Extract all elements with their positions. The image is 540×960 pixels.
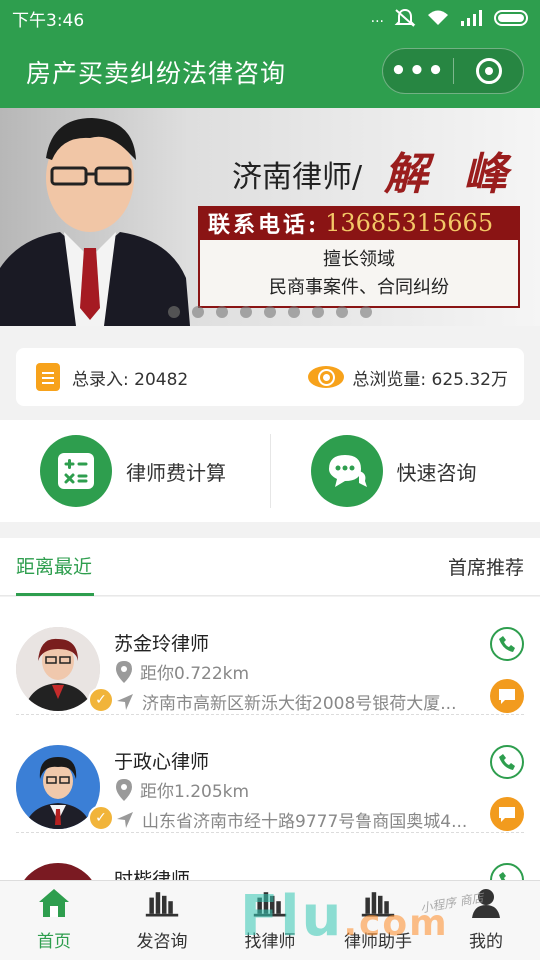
message-button[interactable] [490,679,524,713]
more-menu-button[interactable]: ••• [383,58,453,84]
lawyer-name: 苏金玲律师 [114,633,210,655]
location-pin-icon [116,778,132,801]
phone-icon [499,636,515,652]
lawyer-distance: 距你0.722km [116,659,249,684]
mute-icon [394,8,416,27]
lawyer-name: 时楷律师 [114,869,191,880]
calculator-icon [40,435,112,507]
battery-icon [494,10,528,26]
carousel-dot[interactable] [360,306,372,318]
total-entries-label: 总录入: [72,369,129,390]
carousel-dot[interactable] [312,306,324,318]
chat-bubbles-icon [310,435,383,507]
call-button[interactable] [490,627,524,661]
promo-banner[interactable]: 济南律师/ 解 峰 联系电话: 13685315665 擅长领域 民商事案件、合… [0,108,540,326]
signal-icon [461,10,482,26]
quick-consult-label: 快速咨询 [396,460,477,485]
quick-consult-button[interactable]: 快速咨询 [271,420,540,522]
lawyer-list-item[interactable]: 时楷律师 [16,833,524,880]
total-entries-stat: 总录入: 20482 [36,363,188,391]
lawyer-list-item[interactable]: ✓ 于政心律师 距你1.205km 山东省济南市经十路9777号鲁商国奥城4..… [16,715,524,833]
banner-city-title: 济南律师/ [232,160,363,195]
carousel-dot[interactable] [216,306,228,318]
target-icon [475,58,502,84]
nav-home-label: 首页 [37,932,71,952]
message-button[interactable] [490,797,524,831]
lawyer-distance-text: 距你0.722km [140,664,250,684]
carousel-dot[interactable] [168,306,180,318]
nav-home[interactable]: 首页 [0,881,108,960]
carousel-dot[interactable] [240,306,252,318]
verified-badge-icon: ✓ [88,687,114,713]
total-entries-value: 20482 [134,369,189,390]
carousel-dot[interactable] [288,306,300,318]
navigation-arrow-icon [117,811,133,828]
call-button[interactable] [490,745,524,779]
status-bar: 下午3:46 ... [0,0,540,36]
lawyer-portrait-image [0,118,190,326]
lawyer-address-text: 山东省济南市经十路9777号鲁商国奥城4... [142,812,468,832]
message-icon [499,689,515,704]
fee-calculator-label: 律师费计算 [126,460,226,485]
quick-actions: 律师费计算 快速咨询 [0,420,540,522]
eye-icon [308,366,345,388]
status-icons: ... [371,8,528,28]
lawyer-address-text: 济南市高新区新泺大街2008号银荷大厦... [142,694,457,714]
navigation-arrow-icon [117,693,133,710]
lawyer-distance: 距你1.205km [116,777,249,802]
total-views-value: 625.32万 [431,369,508,390]
lawyer-address: 山东省济南市经十路9777号鲁商国奥城4... [116,807,476,832]
banner-specialty-box: 擅长领域 民商事案件、合同纠纷 [198,240,520,308]
fee-calculator-button[interactable]: 律师费计算 [0,420,270,522]
close-button[interactable] [454,58,523,84]
status-time: 下午3:46 [12,10,85,31]
watermark-text: Flu [240,884,344,949]
watermark-logo: Flu.com [240,884,449,949]
lawyer-name: 于政心律师 [114,751,210,773]
tab-nearest[interactable]: 距离最近 [16,538,95,596]
phone-icon [499,754,515,770]
home-icon [36,885,72,921]
building-icon [144,885,180,921]
carousel-dot[interactable] [192,306,204,318]
phone-icon [499,872,506,880]
mini-program-capsule: ••• [382,48,524,94]
carousel-indicator [168,306,372,318]
nav-consult[interactable]: 发咨询 [108,881,216,960]
banner-phone-box: 联系电话: 13685315665 [198,206,520,240]
lawyer-address: 济南市高新区新泺大街2008号银荷大厦... [116,689,476,714]
wifi-icon [428,10,448,25]
call-button[interactable] [490,863,524,880]
banner-specialty-text: 民商事案件、合同纠纷 [269,277,449,298]
banner-lawyer-signature: 解 峰 [384,149,518,200]
avatar [16,863,100,880]
message-icon [499,807,515,822]
carousel-dot[interactable] [336,306,348,318]
lawyer-distance-text: 距你1.205km [140,782,250,802]
document-icon [36,363,60,391]
more-dots: ... [370,10,384,26]
total-views-label: 总浏览量: [352,369,427,390]
carousel-dot[interactable] [264,306,276,318]
tab-recommended[interactable]: 首席推荐 [448,553,524,580]
banner-phone-number: 13685315665 [325,209,494,237]
verified-badge-icon: ✓ [88,805,114,831]
stats-card: 总录入: 20482 总浏览量: 625.32万 [16,348,524,406]
banner-phone-label: 联系电话: [208,212,320,238]
banner-specialty-title: 擅长领域 [323,249,395,270]
lawyer-tabs: 距离最近 首席推荐 [0,538,540,596]
lawyer-list: ✓ 苏金玲律师 距你0.722km 济南市高新区新泺大街2008号银荷大厦...… [0,597,540,880]
nav-mine-label: 我的 [469,932,503,952]
title-bar: 房产买卖纠纷法律咨询 ••• [0,36,540,108]
total-views-stat: 总浏览量: 625.32万 [308,365,508,390]
lawyer-list-item[interactable]: ✓ 苏金玲律师 距你0.722km 济南市高新区新泺大街2008号银荷大厦... [16,597,524,715]
nav-consult-label: 发咨询 [136,932,188,952]
location-pin-icon [116,660,132,683]
